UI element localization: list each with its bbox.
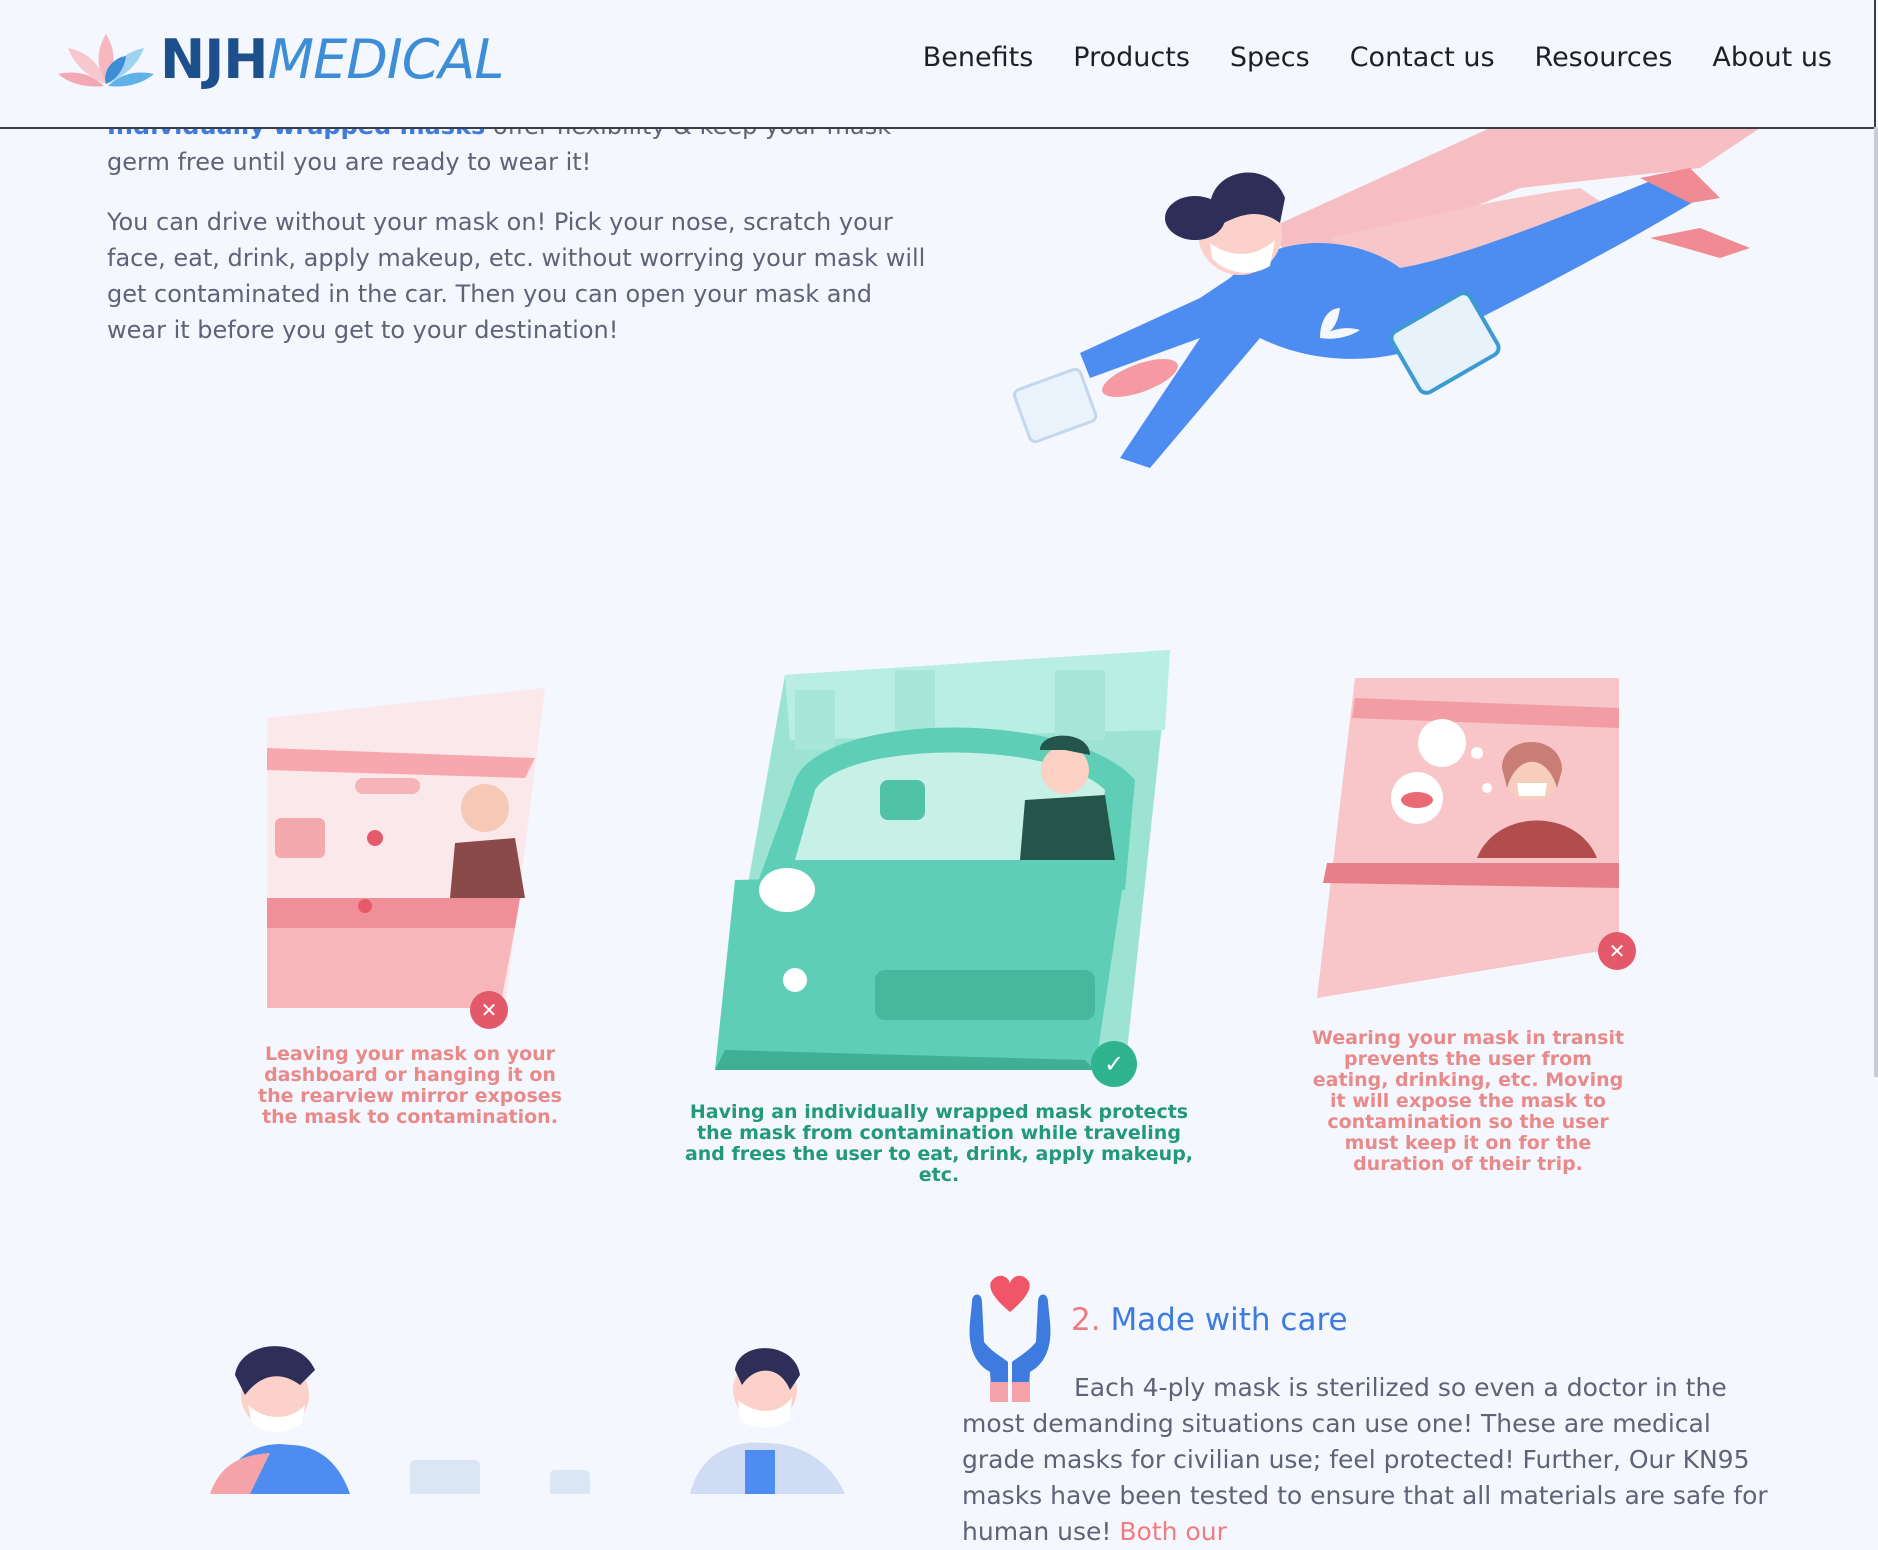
care-link[interactable]: Both our [1119, 1517, 1226, 1546]
lotus-icon [58, 34, 154, 87]
close-icon: ✕ [470, 991, 508, 1029]
main-nav: Benefits Products Specs Contact us Resou… [923, 42, 1832, 73]
scrollbar[interactable] [1874, 127, 1878, 1077]
intro-text: Individually wrapped masks offer flexibi… [107, 108, 927, 372]
nav-specs[interactable]: Specs [1230, 42, 1310, 73]
care-body-text: Each 4-ply mask is sterilized so even a … [962, 1373, 1768, 1546]
nav-benefits[interactable]: Benefits [923, 42, 1034, 73]
nav-about-us[interactable]: About us [1712, 42, 1832, 73]
nav-products[interactable]: Products [1073, 42, 1190, 73]
section-title-made-with-care: 2. Made with care [1071, 1302, 1348, 1338]
scenario-caption-3: Wearing your mask in transit prevents th… [1311, 1027, 1625, 1175]
check-icon: ✓ [1091, 1041, 1137, 1087]
site-header: NJHMEDICAL Benefits Products Specs Conta… [0, 0, 1876, 129]
nav-contact-us[interactable]: Contact us [1350, 42, 1495, 73]
scenario-wrapped-mask-illustration [715, 650, 1170, 1070]
people-illustration [210, 1346, 845, 1494]
logo[interactable]: NJHMEDICAL [56, 28, 504, 92]
scenario-caption-1: Leaving your mask on your dashboard or h… [258, 1043, 562, 1128]
logo-text: NJHMEDICAL [160, 28, 504, 91]
scenario-caption-2: Having an individually wrapped mask prot… [684, 1101, 1194, 1186]
scenario-dashboard-illustration [267, 688, 545, 1008]
header-edge [1874, 0, 1876, 127]
flying-hero-illustration [1013, 128, 1760, 468]
intro-paragraph-2: You can drive without your mask on! Pick… [107, 208, 926, 344]
close-icon: ✕ [1598, 932, 1636, 970]
scenario-wearing-mask-illustration [1317, 678, 1619, 998]
nav-resources[interactable]: Resources [1535, 42, 1673, 73]
